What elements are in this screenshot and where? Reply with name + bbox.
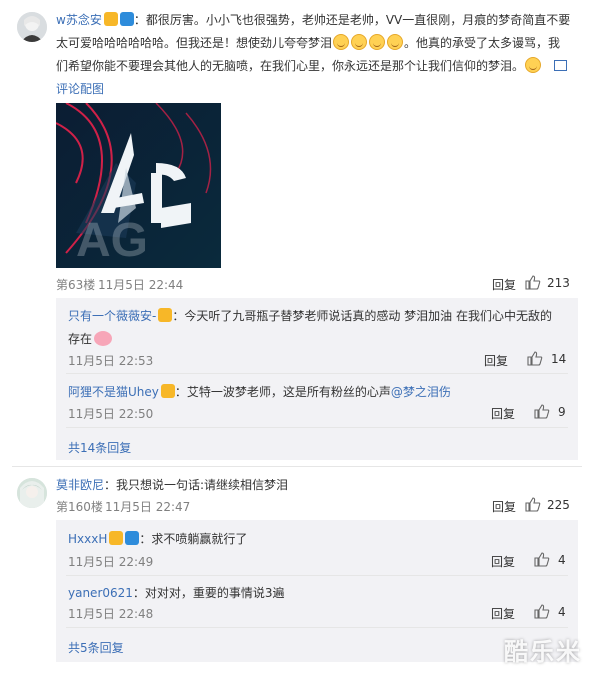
thumbs-up-icon (527, 351, 543, 366)
floor-number: 第160楼 (56, 500, 103, 514)
timestamp: 11月5日 22:47 (105, 500, 191, 514)
smile-emoji-icon (333, 34, 350, 50)
reply-button[interactable]: 回复 (491, 405, 515, 422)
reply-item: HxxxH ：求不喷躺赢就行了 (68, 530, 247, 548)
like-button[interactable]: 213 (525, 275, 570, 290)
vip-icon (103, 12, 118, 26)
reply-button[interactable]: 回复 (491, 605, 515, 622)
vip-icon (160, 384, 175, 398)
vip-icon (109, 531, 124, 545)
thumbs-up-icon (534, 404, 550, 419)
reply-body: 存在 (68, 332, 93, 346)
like-count: 213 (547, 275, 570, 290)
like-count: 4 (558, 604, 566, 619)
like-count: 225 (547, 497, 570, 512)
image-title: AG (76, 214, 148, 267)
divider (66, 627, 568, 628)
like-count: 14 (551, 351, 567, 366)
like-button[interactable]: 225 (525, 497, 570, 512)
reply-button[interactable]: 回复 (484, 352, 508, 369)
reply-button[interactable]: 回复 (491, 553, 515, 570)
comment-body: 太可爱哈哈哈哈哈哈。但我还是！想使劲儿夸夸梦泪 (56, 36, 333, 50)
vip-icon (158, 308, 173, 322)
more-replies-link[interactable]: 共14条回复 (68, 439, 131, 456)
pig-emoji-icon (94, 331, 113, 346)
reply-body: ：对对对，重要的事情说3遍 (132, 586, 285, 600)
avatar[interactable] (17, 478, 47, 508)
divider (66, 373, 568, 374)
comment-divider (12, 466, 582, 467)
comment-image-label[interactable]: 评论配图 (56, 80, 104, 97)
comment-image[interactable]: AG (56, 103, 221, 268)
divider (66, 427, 568, 428)
thumbs-up-icon (525, 275, 541, 290)
reply-button[interactable]: 回复 (492, 498, 516, 515)
timestamp: 11月5日 22:53 (68, 354, 154, 368)
reply-item: yaner0621：对对对，重要的事情说3遍 (68, 584, 285, 602)
like-count: 9 (558, 404, 566, 419)
thumbs-up-icon (534, 552, 550, 567)
comment-body: 。他真的承受了太多谩骂，我 (404, 36, 561, 50)
like-button[interactable]: 4 (534, 604, 566, 619)
comment-body: 们希望你能不要理会其他人的无脑喷，在我们心里，你永远还是那个让我们信仰的梦泪。 (56, 59, 525, 73)
comment-body: ：都很厉害。小小飞也很强势，老帅还是老帅，VV一直很刚，月痕的梦奇简直不要 (133, 13, 571, 27)
reply-item: 阿狸不是猫Uhey ：艾特一波梦老师，这是所有粉丝的心声@梦之泪伤 (68, 381, 568, 404)
reply-username[interactable]: HxxxH (68, 532, 107, 546)
like-button[interactable]: 9 (534, 404, 566, 419)
like-count: 4 (558, 552, 566, 567)
timestamp: 11月5日 22:49 (68, 555, 154, 569)
reply-body: ：艾特一波梦老师，这是所有粉丝的心声 (174, 385, 391, 399)
smile-emoji-icon (369, 34, 386, 50)
reply-body: ：求不喷躺赢就行了 (139, 532, 248, 546)
reply-username[interactable]: 只有一个薇薇安- (68, 309, 156, 323)
more-replies-link[interactable]: 共5条回复 (68, 639, 124, 656)
username[interactable]: w苏念安 (56, 13, 102, 27)
timestamp: 11月5日 22:48 (68, 607, 154, 621)
image-icon[interactable] (553, 60, 567, 71)
username[interactable]: 莫非欧尼 (56, 478, 104, 492)
avatar[interactable] (17, 12, 47, 42)
comment-text: 莫非欧尼：我只想说一句话:请继续相信梦泪 (56, 476, 288, 494)
reply-username[interactable]: yaner0621 (68, 586, 133, 600)
thumbs-up-icon (525, 497, 541, 512)
smile-emoji-icon (351, 34, 368, 50)
smile-emoji-icon (387, 34, 404, 50)
like-button[interactable]: 4 (534, 552, 566, 567)
comment-text: w苏念安 ：都很厉害。小小飞也很强势，老帅还是老帅，VV一直很刚，月痕的梦奇简直不… (56, 9, 576, 78)
member-icon (119, 12, 134, 26)
member-icon (125, 531, 140, 545)
smile-emoji-icon (525, 57, 542, 73)
comment-body: ：我只想说一句话:请继续相信梦泪 (104, 478, 289, 492)
thumbs-up-icon (534, 604, 550, 619)
divider (66, 575, 568, 576)
watermark: 酷乐米 (504, 638, 582, 666)
reply-item: 只有一个薇薇安- ：今天听了九哥瓶子替梦老师说话真的感动 梦泪加油 在我们心中无敌… (68, 305, 568, 351)
timestamp: 11月5日 22:44 (98, 278, 184, 292)
timestamp: 11月5日 22:50 (68, 407, 154, 421)
like-button[interactable]: 14 (527, 351, 566, 366)
floor-number: 第63楼 (56, 278, 96, 292)
mention-link[interactable]: @梦之泪伤 (391, 385, 451, 399)
reply-username[interactable]: 阿狸不是猫Uhey (68, 385, 159, 399)
reply-body: ：今天听了九哥瓶子替梦老师说话真的感动 梦泪加油 在我们心中无敌的 (172, 309, 552, 323)
reply-button[interactable]: 回复 (492, 276, 516, 293)
